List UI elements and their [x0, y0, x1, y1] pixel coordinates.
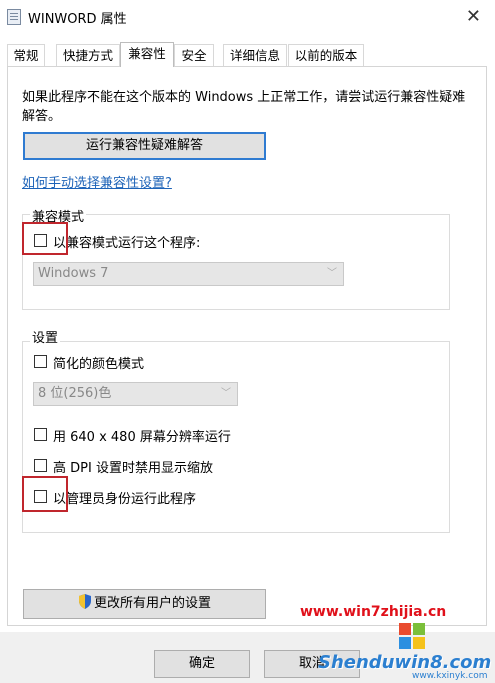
title-bar: WINWORD 属性 ✕ — [0, 0, 495, 34]
manual-settings-link[interactable]: 如何手动选择兼容性设置? — [22, 172, 172, 191]
all-users-label: 更改所有用户的设置 — [93, 596, 211, 611]
watermark-text: www.win7zhijia.cn — [300, 604, 447, 620]
resolution-label: 用 640 x 480 屏幕分辨率运行 — [53, 430, 231, 445]
tab-compatibility[interactable]: 兼容性 — [120, 42, 174, 67]
watermark-text: Shenduwin8.com — [318, 652, 492, 673]
document-icon — [7, 9, 21, 25]
reduced-color-label: 简化的颜色模式 — [53, 357, 145, 372]
close-icon[interactable]: ✕ — [466, 6, 481, 27]
dpi-label: 高 DPI 设置时禁用显示缩放 — [53, 461, 213, 476]
chevron-down-icon: ﹀ — [327, 268, 337, 279]
tab-details[interactable]: 详细信息 — [223, 44, 287, 66]
shield-icon — [78, 594, 91, 609]
tab-shortcut[interactable]: 快捷方式 — [56, 44, 120, 66]
os-version-value: Windows 7 — [38, 266, 109, 281]
dpi-checkbox[interactable] — [34, 459, 47, 472]
resolution-checkbox[interactable] — [34, 428, 47, 441]
tab-security[interactable]: 安全 — [174, 44, 214, 66]
chevron-down-icon: ﹀ — [221, 388, 231, 399]
highlight-box — [22, 222, 68, 255]
intro-text: 如果此程序不能在这个版本的 Windows 上正常工作，请尝试运行兼容性疑难解答… — [22, 90, 466, 124]
compat-mode-label: 以兼容模式运行这个程序: — [53, 236, 201, 251]
color-depth-value: 8 位(256)色 — [38, 386, 112, 401]
all-users-button[interactable]: 更改所有用户的设置 — [23, 589, 266, 619]
tab-previous-versions[interactable]: 以前的版本 — [288, 44, 364, 66]
tab-general[interactable]: 常规 — [7, 44, 45, 66]
os-version-select[interactable]: Windows 7 ﹀ — [33, 262, 344, 286]
troubleshooter-button[interactable]: 运行兼容性疑难解答 — [23, 132, 266, 160]
admin-label: 以管理员身份运行此程序 — [53, 492, 197, 507]
reduced-color-checkbox[interactable] — [34, 355, 47, 368]
windows-logo-icon — [399, 623, 425, 649]
highlight-box — [22, 476, 68, 512]
settings-legend: 设置 — [30, 327, 61, 346]
watermark-text: www.kxinyk.com — [412, 671, 488, 681]
window-title: WINWORD 属性 — [28, 12, 127, 27]
ok-button[interactable]: 确定 — [154, 650, 250, 678]
color-depth-select[interactable]: 8 位(256)色 ﹀ — [33, 382, 238, 406]
